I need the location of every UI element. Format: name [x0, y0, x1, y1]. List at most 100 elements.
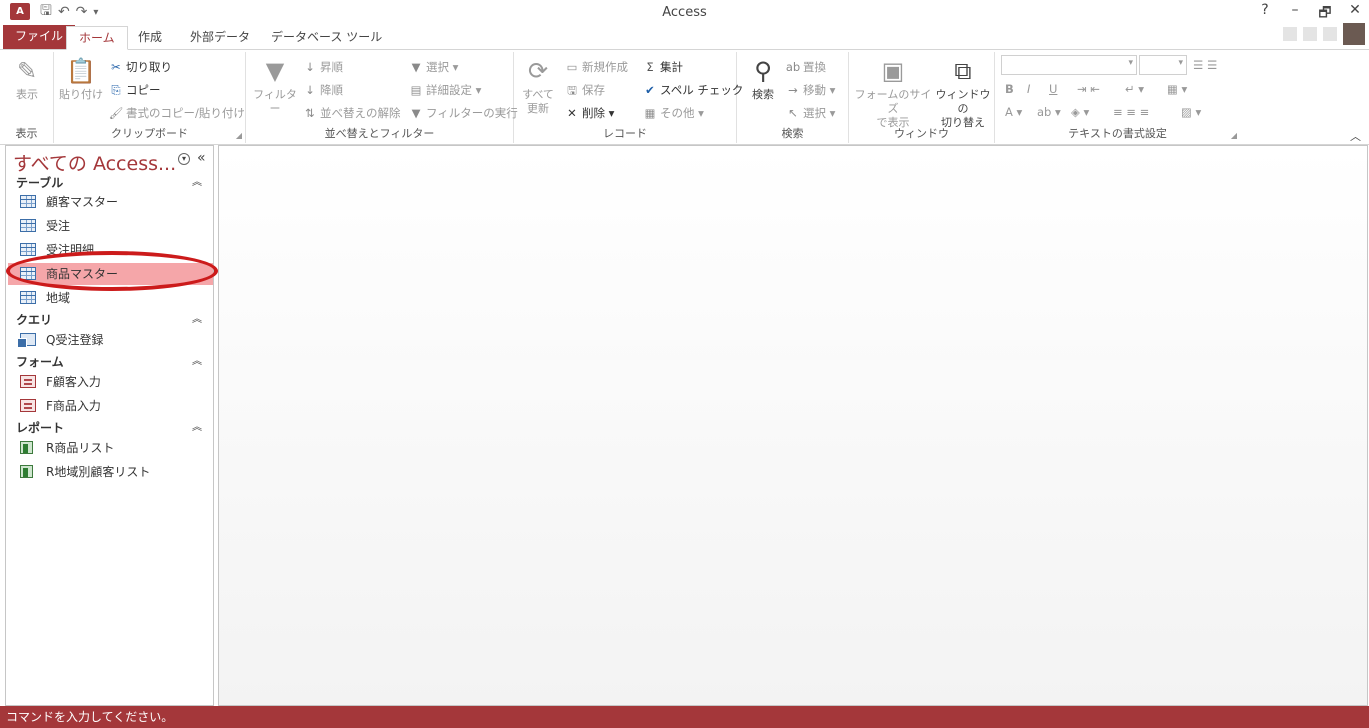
- status-bar: コマンドを入力してください。: [0, 706, 1369, 728]
- dialog-launcher-icon[interactable]: ◢: [1231, 131, 1237, 140]
- table-icon: [20, 291, 36, 304]
- account-area[interactable]: [1283, 23, 1365, 45]
- collapse-ribbon-icon[interactable]: ︿: [1350, 128, 1361, 144]
- group-header-label: テーブル: [16, 176, 64, 190]
- ribbon: ✎ 表示 表示 📋 貼り付け ✂ 切り取り ⎘ コピー 🖌 書式のコピー/貼り付け ク…: [0, 50, 1369, 145]
- alternate-row-color-icon[interactable]: ▨ ▾: [1181, 103, 1201, 121]
- select-button[interactable]: ↖ 選択 ▾: [785, 104, 835, 122]
- filter-button[interactable]: ▼ フィルター: [250, 56, 300, 116]
- cut-label: 切り取り: [126, 60, 172, 74]
- align-icons[interactable]: ≡ ≡ ≡: [1113, 103, 1149, 121]
- more-button[interactable]: ▦ その他 ▾: [642, 104, 704, 122]
- copy-label: コピー: [126, 83, 161, 97]
- shutter-bar-icon[interactable]: «: [197, 150, 206, 166]
- nav-item-report[interactable]: R地域別顧客リスト: [8, 461, 213, 483]
- tab-home[interactable]: ホーム: [66, 26, 128, 50]
- avatar[interactable]: [1343, 23, 1365, 45]
- format-painter-button[interactable]: 🖌 書式のコピー/貼り付け: [108, 104, 245, 122]
- nav-group-reports[interactable]: レポート ︽: [16, 419, 206, 437]
- sort-desc-icon: ↓: [305, 83, 315, 97]
- group-label-find: 検索: [781, 127, 804, 140]
- query-icon: [17, 333, 36, 348]
- totals-button[interactable]: Σ 集計: [642, 58, 683, 76]
- spelling-button[interactable]: ✔ スペル チェック: [642, 81, 743, 99]
- save-record-button[interactable]: 🖫 保存: [564, 81, 605, 99]
- document-work-area[interactable]: [218, 145, 1368, 706]
- bold-button[interactable]: B: [1005, 80, 1014, 98]
- nav-group-forms[interactable]: フォーム ︽: [16, 353, 206, 371]
- restore-icon[interactable]: 🗗: [1317, 2, 1333, 26]
- italic-button[interactable]: I: [1027, 80, 1030, 98]
- nav-pane-title[interactable]: すべての Access...: [13, 149, 176, 176]
- font-size-dropdown[interactable]: ▾: [1139, 55, 1187, 75]
- nav-item-report[interactable]: R商品リスト: [8, 437, 213, 459]
- clear-sort-label: 並べ替えの解除: [320, 106, 401, 120]
- chevron-down-icon: ▾: [1178, 58, 1183, 68]
- nav-item-table[interactable]: 受注: [8, 215, 213, 237]
- sort-asc-icon: ↓: [305, 60, 315, 74]
- fit-form-label-1: フォームのサイズ: [854, 88, 932, 115]
- paste-button[interactable]: 📋 貼り付け: [58, 56, 104, 102]
- advanced-filter-button[interactable]: ▤ 詳細設定 ▾: [408, 81, 482, 99]
- highlight-icon[interactable]: ab ▾: [1037, 103, 1061, 121]
- fill-color-icon[interactable]: ◈ ▾: [1071, 103, 1089, 121]
- nav-item-table[interactable]: 顧客マスター: [8, 191, 213, 213]
- tab-database-tools[interactable]: データベース ツール: [259, 26, 394, 50]
- report-icon: [20, 465, 33, 478]
- copy-button[interactable]: ⎘ コピー: [108, 81, 161, 99]
- chevron-up-icon: ︽: [192, 356, 202, 367]
- refresh-all-button[interactable]: ⟳ すべて 更新: [518, 56, 558, 116]
- toggle-filter-button[interactable]: ▼ フィルターの実行: [408, 104, 518, 122]
- find-button[interactable]: ⚲ 検索: [741, 56, 785, 102]
- tab-file[interactable]: ファイル: [3, 25, 76, 49]
- nav-item-table[interactable]: 受注明細: [8, 239, 213, 261]
- replace-button[interactable]: ab 置換: [785, 58, 826, 76]
- nav-menu-icon[interactable]: ▾: [178, 153, 190, 165]
- dialog-launcher-icon[interactable]: ◢: [236, 131, 242, 140]
- nav-group-tables[interactable]: テーブル ︽: [16, 174, 206, 192]
- new-record-button[interactable]: ▭ 新規作成: [564, 58, 628, 76]
- view-button[interactable]: ✎ 表示: [6, 56, 48, 102]
- group-header-label: レポート: [16, 421, 65, 435]
- indent-icons[interactable]: ⇥ ⇤: [1077, 80, 1100, 98]
- size-to-fit-form-button[interactable]: ▣ フォームのサイズ で表示: [853, 56, 933, 130]
- minimize-icon[interactable]: –: [1287, 2, 1303, 26]
- nav-item-table[interactable]: 地域: [8, 287, 213, 309]
- paragraph-icon[interactable]: ↵ ▾: [1125, 80, 1144, 98]
- font-color-button[interactable]: A ▾: [1005, 103, 1022, 121]
- account-name-blur: [1283, 27, 1297, 41]
- nav-item-table-selected[interactable]: 商品マスター: [8, 263, 213, 285]
- nav-item-label: 受注: [46, 219, 71, 233]
- save-icon: 🖫: [567, 83, 577, 97]
- ribbon-tabs: ファイル ホーム 作成 外部データ データベース ツール: [0, 23, 1369, 50]
- goto-button[interactable]: → 移動 ▾: [785, 81, 835, 99]
- underline-button[interactable]: U: [1049, 80, 1057, 98]
- nav-group-queries[interactable]: クエリ ︽: [16, 311, 206, 329]
- totals-label: 集計: [660, 60, 683, 74]
- form-icon: [20, 399, 36, 412]
- switch-windows-button[interactable]: ⧉ ウィンドウの 切り替え: [935, 56, 991, 130]
- sort-descending-button[interactable]: ↓ 降順: [302, 81, 343, 99]
- sort-ascending-button[interactable]: ↓ 昇順: [302, 58, 343, 76]
- nav-item-form[interactable]: F顧客入力: [8, 371, 213, 393]
- tab-external-data[interactable]: 外部データ: [178, 26, 262, 50]
- help-icon[interactable]: ?: [1257, 2, 1273, 26]
- font-name-dropdown[interactable]: ▾: [1001, 55, 1137, 75]
- tab-create[interactable]: 作成: [126, 26, 174, 50]
- selection-filter-button[interactable]: ▼ 選択 ▾: [408, 58, 459, 76]
- group-header-label: フォーム: [16, 355, 64, 369]
- view-label: 表示: [16, 88, 38, 101]
- cut-button[interactable]: ✂ 切り取り: [108, 58, 172, 76]
- more-label: その他: [660, 106, 695, 120]
- delete-record-button[interactable]: ✕ 削除 ▾: [564, 104, 614, 122]
- refresh-label-2: 更新: [527, 102, 549, 115]
- nav-item-query[interactable]: Q受注登録: [8, 329, 213, 351]
- group-views: ✎ 表示 表示: [0, 52, 54, 143]
- nav-item-form[interactable]: F商品入力: [8, 395, 213, 417]
- gridlines-icon[interactable]: ▦ ▾: [1167, 80, 1187, 98]
- table-icon: [20, 243, 36, 256]
- clear-sort-button[interactable]: ⇅ 並べ替えの解除: [302, 104, 401, 122]
- bullets-icon[interactable]: ☰ ☰: [1193, 56, 1217, 74]
- save-label: 保存: [582, 83, 605, 97]
- group-label-records: レコード: [603, 127, 647, 140]
